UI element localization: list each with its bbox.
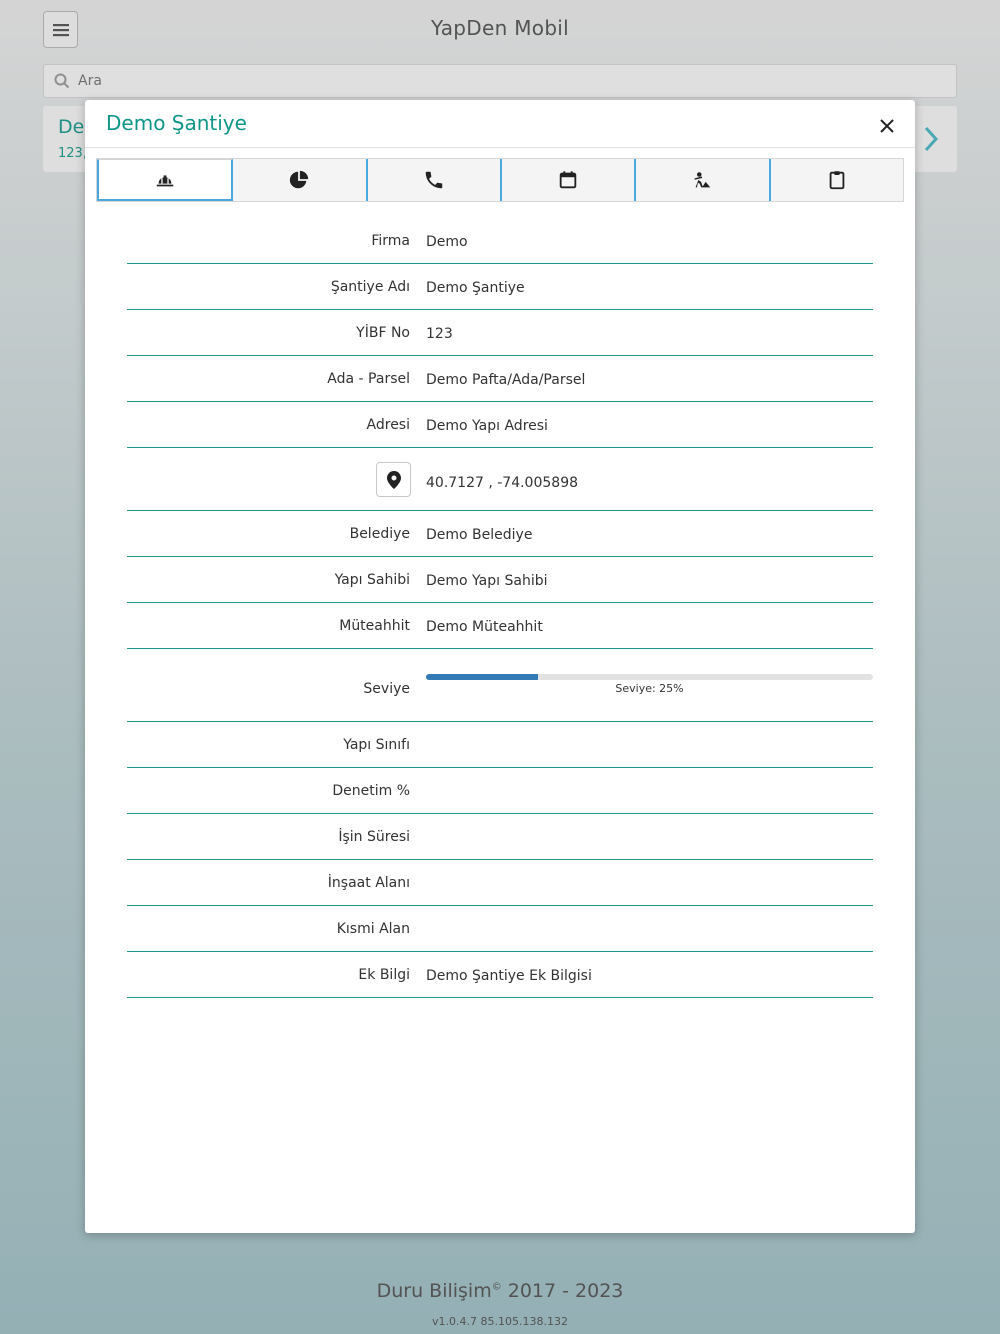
close-icon — [880, 119, 894, 133]
coordinates-value: 40.7127 , -74.005898 — [426, 475, 579, 491]
level-progress: Seviye: 25% — [426, 674, 873, 695]
field-label: Şantiye Adı — [330, 279, 410, 295]
tab-reports[interactable] — [771, 159, 903, 201]
field-label: Seviye — [363, 681, 410, 697]
field-label: İşin Süresi — [338, 829, 410, 845]
field-seviye: Seviye Seviye: 25% — [127, 649, 873, 722]
field-value: Demo Şantiye Ek Bilgisi — [426, 968, 592, 984]
field-value: Demo Müteahhit — [426, 619, 543, 635]
helmet-icon — [156, 174, 174, 186]
field-kismi-alan: Kısmi Alan — [127, 906, 873, 952]
field-value: Demo Pafta/Ada/Parsel — [426, 372, 586, 388]
tab-contacts[interactable] — [368, 159, 502, 201]
field-label: Denetim % — [332, 783, 410, 799]
field-yibf-no: YİBF No 123 — [127, 310, 873, 356]
field-value: Demo Belediye — [426, 527, 533, 543]
map-marker-icon — [386, 470, 401, 489]
progress-track — [426, 674, 873, 680]
field-muteahhit: Müteahhit Demo Müteahhit — [127, 603, 873, 649]
field-value: Demo Yapı Adresi — [426, 418, 548, 434]
detail-tabs — [96, 158, 904, 202]
phone-icon — [425, 171, 443, 189]
pie-chart-icon — [290, 170, 309, 189]
field-insaat-alani: İnşaat Alanı — [127, 860, 873, 906]
field-value: Demo Şantiye — [426, 280, 525, 296]
calendar-icon — [559, 171, 577, 189]
field-ek-bilgi: Ek Bilgi Demo Şantiye Ek Bilgisi — [127, 952, 873, 998]
field-label: Belediye — [349, 526, 410, 542]
map-location-button[interactable] — [376, 462, 411, 497]
clipboard-icon — [829, 171, 845, 190]
site-info-form: Firma Demo Şantiye Adı Demo Şantiye YİBF… — [127, 218, 873, 998]
field-firma: Firma Demo — [127, 218, 873, 264]
field-yapi-sahibi: Yapı Sahibi Demo Yapı Sahibi — [127, 557, 873, 603]
field-belediye: Belediye Demo Belediye — [127, 511, 873, 557]
field-ada-parsel: Ada - Parsel Demo Pafta/Ada/Parsel — [127, 356, 873, 402]
worker-icon — [694, 172, 711, 188]
field-label: YİBF No — [356, 325, 410, 341]
field-label: Müteahhit — [339, 618, 410, 634]
tab-workers[interactable] — [636, 159, 771, 201]
field-label: Adresi — [366, 417, 410, 433]
field-yapi-sinifi: Yapı Sınıfı — [127, 722, 873, 768]
site-detail-modal: Demo Şantiye Firma Demo Şantiye Adı Demo… — [85, 100, 915, 1233]
progress-fill — [426, 674, 538, 680]
field-value: 123 — [426, 326, 453, 342]
progress-text: Seviye: 25% — [615, 682, 684, 695]
modal-title: Demo Şantiye — [106, 111, 247, 135]
field-label: Kısmi Alan — [336, 921, 410, 937]
field-label: Ada - Parsel — [327, 371, 410, 387]
field-label: Ek Bilgi — [358, 967, 410, 983]
field-denetim: Denetim % — [127, 768, 873, 814]
field-coordinates: 40.7127 , -74.005898 — [127, 448, 873, 511]
close-button[interactable] — [873, 112, 901, 140]
field-santiye-adi: Şantiye Adı Demo Şantiye — [127, 264, 873, 310]
field-isin-suresi: İşin Süresi — [127, 814, 873, 860]
tab-calendar[interactable] — [502, 159, 637, 201]
field-label: Yapı Sınıfı — [343, 737, 410, 753]
field-value: Demo Yapı Sahibi — [426, 573, 548, 589]
tab-statistics[interactable] — [233, 159, 368, 201]
field-label: İnşaat Alanı — [327, 875, 410, 891]
modal-header-divider — [85, 147, 915, 148]
field-adresi: Adresi Demo Yapı Adresi — [127, 402, 873, 448]
field-label: Yapı Sahibi — [334, 572, 410, 588]
field-value: Demo — [426, 234, 468, 250]
field-label: Firma — [371, 233, 410, 249]
tab-site-info[interactable] — [97, 159, 234, 201]
